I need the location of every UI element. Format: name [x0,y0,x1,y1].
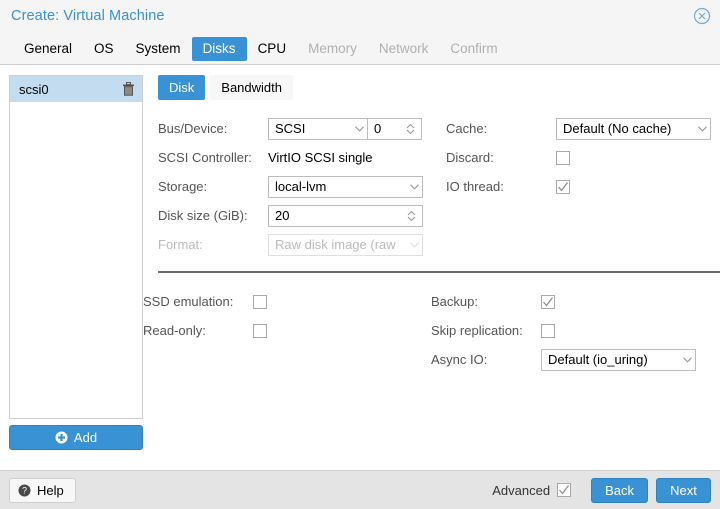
question-circle-icon: ? [18,484,31,497]
chevron-down-icon [406,183,422,190]
scsi-controller-value: VirtIO SCSI single [268,150,373,165]
format-label: Format: [158,237,203,252]
discard-checkbox[interactable] [556,150,570,165]
disk-name: scsi0 [19,81,49,97]
chevron-down-icon [351,125,367,132]
form-column-lower-right: Backup: Skip replication: Async IO: Defa… [431,287,719,374]
disk-subtabs: Disk Bandwidth [158,75,720,100]
cache-label: Cache: [446,121,488,136]
tab-confirm: Confirm [450,41,498,56]
stepper-arrows-icon[interactable] [404,210,418,222]
subtab-bandwidth[interactable]: Bandwidth [210,75,293,100]
async-io-value: Default (io_uring) [548,352,648,367]
field-skip-replication: Skip replication: [431,316,719,345]
field-storage: Storage: local-lvm [158,172,446,201]
plus-circle-icon [55,431,68,444]
tab-os[interactable]: OS [83,37,125,61]
disk-list: scsi0 [9,75,143,419]
help-label: Help [37,482,64,498]
field-bus-device: Bus/Device: SCSI 0 [158,114,446,143]
disk-size-value: 20 [275,208,290,223]
io-thread-checkbox[interactable] [556,179,570,194]
advanced-label: Advanced [492,482,551,498]
tab-system[interactable]: System [125,37,192,61]
create-vm-dialog: Create: Virtual Machine General OS Syste… [0,0,720,509]
chevron-down-icon [406,241,422,248]
form-column-lower-left: SSD emulation: Read-only: [143,287,431,374]
subtab-disk[interactable]: Disk [158,75,206,100]
async-io-select[interactable]: Default (io_uring) [541,348,696,371]
list-item[interactable]: scsi0 [10,76,142,102]
dialog-title: Create: Virtual Machine [11,8,165,24]
tab-disks[interactable]: Disks [191,37,247,61]
scsi-controller-label: SCSI Controller: [158,150,252,165]
trash-icon[interactable] [122,82,135,96]
field-format: Format: Raw disk image (raw [158,230,446,259]
tab-general[interactable]: General [13,37,83,61]
back-button[interactable]: Back [591,477,648,503]
read-only-checkbox[interactable] [253,323,267,338]
storage-value: local-lvm [275,179,327,194]
dialog-body: scsi0 Add Disk Bandwidth Bus/Device: SCS… [0,65,720,470]
form-column-right: Cache: Default (No cache) Discard: IO th… [446,114,720,259]
field-ssd-emulation: SSD emulation: [143,287,431,316]
storage-select[interactable]: local-lvm [268,175,423,198]
device-number-value: 0 [374,121,382,136]
field-discard: Discard: [446,143,720,172]
next-button[interactable]: Next [656,477,711,503]
ssd-emulation-checkbox[interactable] [253,294,267,309]
help-button[interactable]: ? Help [9,477,76,503]
advanced-toggle[interactable]: Advanced [492,482,572,498]
advanced-checkbox[interactable] [557,483,572,497]
disk-size-label: Disk size (GiB): [158,208,248,223]
field-scsi-controller: SCSI Controller: VirtIO SCSI single [158,143,446,172]
form-column-left: Bus/Device: SCSI 0 SCSI Controller: Virt… [158,114,446,259]
svg-text:?: ? [22,485,27,495]
tab-network: Network [378,41,429,56]
field-backup: Backup: [431,287,719,316]
ssd-emulation-label: SSD emulation: [143,294,234,309]
device-number-stepper[interactable]: 0 [367,117,422,140]
add-disk-label: Add [73,430,98,445]
disk-size-stepper[interactable]: 20 [268,204,423,227]
backup-checkbox[interactable] [541,294,555,309]
read-only-label: Read-only: [143,323,206,338]
skip-replication-label: Skip replication: [431,323,523,338]
dialog-titlebar: Create: Virtual Machine [0,0,720,32]
field-disk-size: Disk size (GiB): 20 [158,201,446,230]
format-select: Raw disk image (raw [268,233,423,256]
bus-value: SCSI [275,121,306,136]
cache-value: Default (No cache) [563,121,672,136]
disk-list-panel: scsi0 Add [9,75,143,470]
disk-form-panel: Disk Bandwidth Bus/Device: SCSI 0 SCSI C… [143,75,720,470]
io-thread-label: IO thread: [446,179,504,194]
bus-device-label: Bus/Device: [158,121,228,136]
wizard-tabbar: General OS System Disks CPU Memory Netwo… [0,32,720,65]
bus-select[interactable]: SCSI [268,117,368,140]
dialog-footer: ? Help Advanced Back Next [0,470,720,509]
field-cache: Cache: Default (No cache) [446,114,720,143]
discard-label: Discard: [446,150,494,165]
field-io-thread: IO thread: [446,172,720,201]
field-read-only: Read-only: [143,316,431,345]
chevron-down-icon [694,125,710,132]
async-io-label: Async IO: [431,352,488,367]
storage-label: Storage: [158,179,208,194]
chevron-down-icon [679,356,695,363]
section-divider [158,271,720,273]
backup-label: Backup: [431,294,478,309]
cache-select[interactable]: Default (No cache) [556,117,711,140]
tab-cpu[interactable]: CPU [247,37,298,61]
field-async-io: Async IO: Default (io_uring) [431,345,719,374]
format-value: Raw disk image (raw [275,237,396,252]
skip-replication-checkbox[interactable] [541,323,555,338]
stepper-arrows-icon[interactable] [403,123,417,135]
close-icon[interactable] [693,7,711,25]
add-disk-button[interactable]: Add [9,425,143,450]
tab-memory: Memory [308,41,357,56]
form-upper: Bus/Device: SCSI 0 SCSI Controller: Virt… [158,114,720,259]
form-lower: SSD emulation: Read-only: Backup: Skip r… [143,287,720,374]
